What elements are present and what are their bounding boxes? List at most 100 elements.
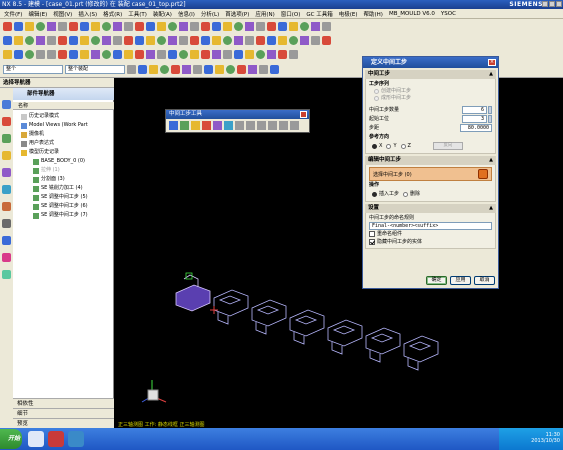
reuse-library-icon[interactable] <box>2 151 11 160</box>
constraint-navigator-icon[interactable] <box>2 117 11 126</box>
show-icon[interactable] <box>267 21 276 31</box>
mirror-curve-icon[interactable] <box>190 21 199 31</box>
tree-item[interactable]: 用户表达式 <box>15 139 114 148</box>
section-settings-head[interactable]: 设置 ▲ <box>365 204 496 213</box>
create-step-option[interactable]: 创建中间工步 <box>369 88 492 95</box>
close-icon[interactable] <box>300 111 307 118</box>
menu-item-electrode[interactable]: 电极(E) <box>339 10 358 18</box>
line-tool-icon[interactable] <box>3 21 12 31</box>
text-tool-icon[interactable] <box>47 21 56 31</box>
delete-step-option[interactable]: 删除 <box>403 191 420 198</box>
snap-tangent-icon[interactable] <box>270 64 279 74</box>
snap-point-icon[interactable] <box>204 64 213 74</box>
select-all-icon[interactable] <box>138 64 147 74</box>
explorer-app-icon[interactable] <box>68 431 84 447</box>
apply-button[interactable]: 应用 <box>450 276 471 285</box>
resize-face-icon[interactable] <box>256 35 265 45</box>
delete-icon[interactable] <box>91 49 100 59</box>
rename-component-option[interactable]: 重命名组件 <box>369 230 492 238</box>
menu-item-preferences[interactable]: 首选项(P) <box>225 10 249 18</box>
surface-icon[interactable] <box>278 35 287 45</box>
snap-intersection-icon[interactable] <box>193 64 202 74</box>
clip-icon[interactable] <box>190 49 199 59</box>
menu-item-file[interactable]: 文件(F) <box>4 10 22 18</box>
sweep-icon[interactable] <box>300 35 309 45</box>
pitch-input[interactable]: 80.0000 <box>460 123 492 132</box>
snap-existing-icon[interactable] <box>215 64 224 74</box>
step-count-input[interactable]: 6 <box>462 105 487 114</box>
select-step-icon[interactable] <box>478 169 488 179</box>
snap-quadrant-icon[interactable] <box>182 64 191 74</box>
menu-item-tools[interactable]: 工具(T) <box>128 10 147 18</box>
menu-item-format[interactable]: 格式(R) <box>103 10 122 18</box>
menu-item-application[interactable]: 应用(N) <box>255 10 274 18</box>
mirror-icon[interactable] <box>146 35 155 45</box>
layer-icon[interactable] <box>234 21 243 31</box>
revolve-icon[interactable] <box>14 35 23 45</box>
hide-step-body-option[interactable]: 隐藏中间工步的实体 <box>369 238 492 246</box>
tree-item[interactable]: 历史记录模式 <box>15 112 114 121</box>
open-file-icon[interactable] <box>14 49 23 59</box>
process-studio-icon[interactable] <box>2 219 11 228</box>
section-edit-head[interactable]: 编辑中间工步 ▲ <box>365 156 496 165</box>
unite-icon[interactable] <box>58 35 67 45</box>
start-button[interactable]: 开始 <box>0 429 22 449</box>
step-feature-icon[interactable] <box>191 121 200 130</box>
delete-face-icon[interactable] <box>234 35 243 45</box>
menu-item-ysoc[interactable]: YSOC <box>441 11 456 17</box>
cancel-button[interactable]: 取消 <box>474 276 495 285</box>
save-icon[interactable] <box>25 49 34 59</box>
step-view-6-icon[interactable] <box>290 121 299 130</box>
draft-icon[interactable] <box>124 35 133 45</box>
section-step-head[interactable]: 中间工步 ▲ <box>365 70 496 79</box>
offset-curve-icon[interactable] <box>91 21 100 31</box>
view-section-icon[interactable] <box>267 49 276 59</box>
snap-edge-icon[interactable] <box>237 64 246 74</box>
scope-filter-select[interactable]: 整个装配 <box>65 64 125 74</box>
edge-style-icon[interactable] <box>201 49 210 59</box>
split-body-icon[interactable] <box>168 35 177 45</box>
roles-icon[interactable] <box>2 236 11 245</box>
snap-face-icon[interactable] <box>226 64 235 74</box>
step-view-1-icon[interactable] <box>235 121 244 130</box>
snap-control-icon[interactable] <box>259 64 268 74</box>
close-icon[interactable]: × <box>488 59 496 66</box>
wireframe-icon[interactable] <box>212 49 221 59</box>
rebend-icon[interactable] <box>224 121 233 130</box>
snap-endpoint-icon[interactable] <box>149 64 158 74</box>
menu-item-mb-mould[interactable]: MB_MOULD V6.0 <box>389 11 435 17</box>
perspective-icon[interactable] <box>146 49 155 59</box>
select-step-row[interactable]: 选择中间工步 (0) <box>369 167 492 181</box>
snap-center-icon[interactable] <box>171 64 180 74</box>
spline-tool-icon[interactable] <box>80 21 89 31</box>
face-analysis-icon[interactable] <box>256 49 265 59</box>
loft-icon[interactable] <box>311 35 320 45</box>
media-app-icon[interactable] <box>48 431 64 447</box>
intersect-icon[interactable] <box>80 35 89 45</box>
menu-item-gc-toolbox[interactable]: GC 工具箱 <box>306 10 332 18</box>
dependencies-panel[interactable]: 相依性 <box>13 398 114 408</box>
start-station-input[interactable]: 3 <box>462 114 487 123</box>
direction-x-option[interactable]: X <box>372 143 382 150</box>
fit-view-icon[interactable] <box>102 49 111 59</box>
history-icon[interactable] <box>2 185 11 194</box>
rotate-icon[interactable] <box>135 49 144 59</box>
copy-icon[interactable] <box>69 49 78 59</box>
flatten-icon[interactable] <box>202 121 211 130</box>
mesh-icon[interactable] <box>289 35 298 45</box>
type-filter-select[interactable]: 整个 <box>3 64 63 74</box>
system-materials-icon[interactable] <box>2 202 11 211</box>
part-navigator-icon[interactable] <box>2 134 11 143</box>
menu-item-analysis[interactable]: 分析(L) <box>201 10 219 18</box>
selection-options-icon[interactable] <box>127 64 136 74</box>
trim-curve-icon[interactable] <box>113 21 122 31</box>
navigator-column-name[interactable]: 名称 <box>13 102 114 110</box>
tree-item[interactable]: SE 调整中间工步 (6) <box>15 202 114 211</box>
color-icon[interactable] <box>245 21 254 31</box>
cut-icon[interactable] <box>58 49 67 59</box>
tree-item[interactable]: SE 铣削力加工 (4) <box>15 184 114 193</box>
details-panel[interactable]: 细节 <box>13 408 114 418</box>
palette-icon[interactable] <box>2 270 11 279</box>
web-browser-icon[interactable] <box>2 168 11 177</box>
extend-curve-icon[interactable] <box>124 21 133 31</box>
